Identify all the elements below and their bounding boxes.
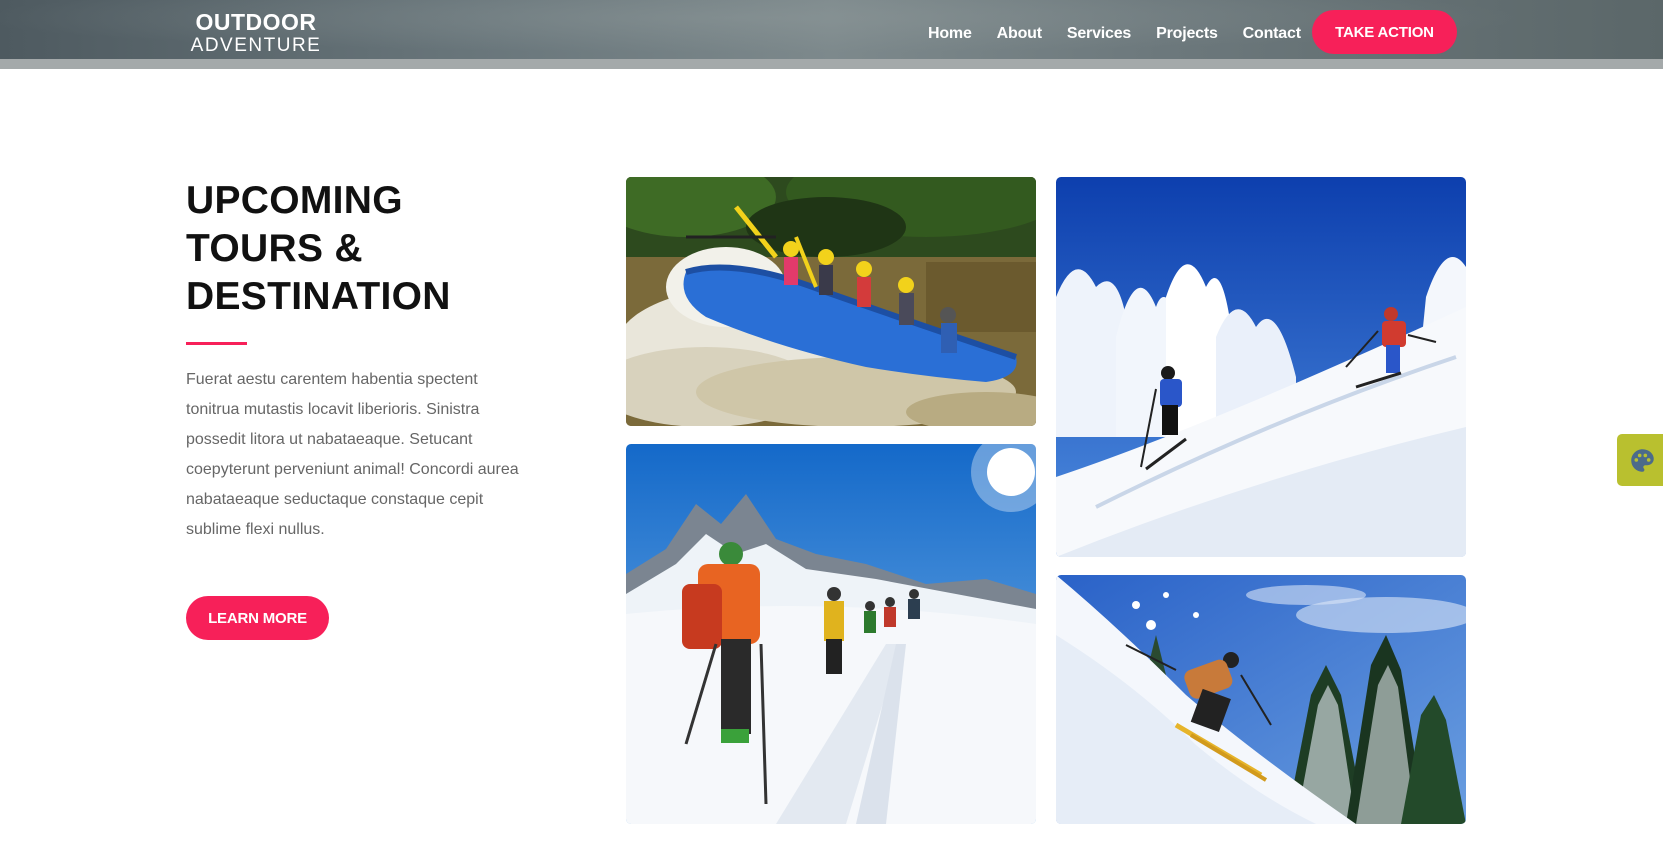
trekking-image (626, 444, 1036, 824)
nav-link-home[interactable]: Home (928, 22, 972, 46)
section-body-text: Fuerat aestu carentem habentia spectent … (186, 371, 519, 538)
skiers-photo[interactable] (1056, 177, 1466, 557)
logo-title: OUTDOOR (195, 9, 317, 35)
rafting-photo[interactable] (626, 177, 1036, 426)
skiers-image (1056, 177, 1466, 557)
skier-jump-image (1056, 575, 1466, 824)
heading-accent-line (186, 342, 247, 345)
section-heading: UPCOMING TOURS & DESTINATION (186, 177, 546, 321)
heading-line-2: TOURS & (186, 227, 363, 270)
site-logo[interactable]: OUTDOOR ADVENTURE (186, 9, 326, 57)
logo-subtitle: ADVENTURE (190, 35, 322, 56)
nav-link-about[interactable]: About (997, 22, 1042, 46)
header-divider-strip (0, 59, 1663, 69)
theme-palette-toggle[interactable] (1617, 434, 1663, 486)
nav-link-contact[interactable]: Contact (1243, 22, 1301, 46)
palette-icon (1631, 449, 1654, 472)
trekking-photo[interactable] (626, 444, 1036, 824)
heading-line-1: UPCOMING (186, 179, 403, 222)
nav-link-projects[interactable]: Projects (1156, 22, 1218, 46)
main-nav: Home About Services Projects Contact (928, 22, 1326, 46)
learn-more-button[interactable]: LEARN MORE (186, 596, 329, 640)
heading-line-3: DESTINATION (186, 275, 451, 318)
nav-link-services[interactable]: Services (1067, 22, 1131, 46)
take-action-button[interactable]: TAKE ACTION (1312, 10, 1457, 54)
skier-jump-photo[interactable] (1056, 575, 1466, 824)
rafting-image (626, 177, 1036, 426)
